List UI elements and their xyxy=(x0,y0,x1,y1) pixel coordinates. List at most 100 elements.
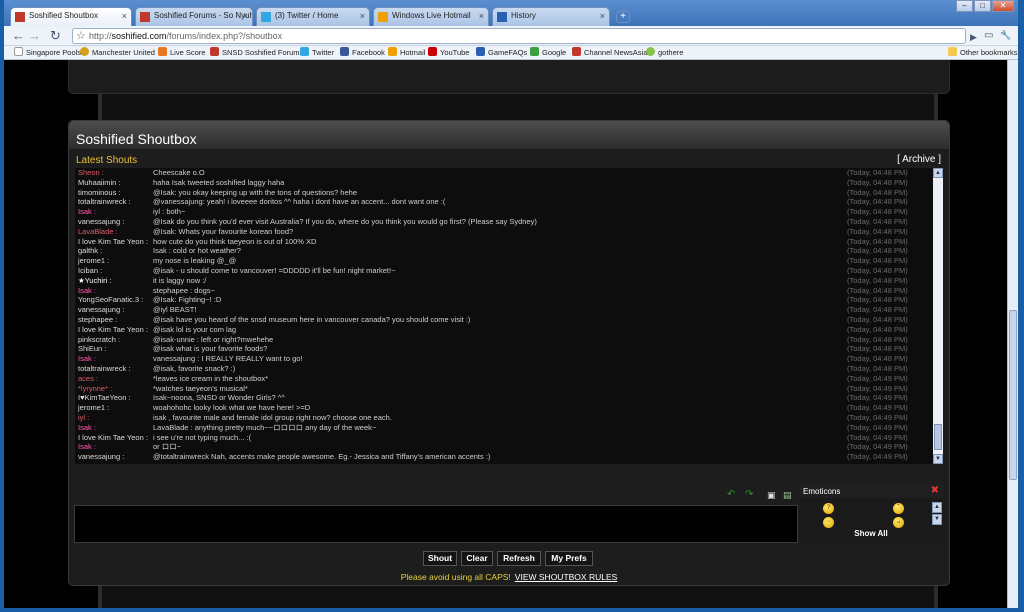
redo-icon[interactable]: ↷ xyxy=(745,490,755,500)
shout-message: or ロロ~ xyxy=(153,442,182,452)
sleepy-emoticon-icon[interactable]: ᵕ xyxy=(823,517,834,528)
bookmark-gothere[interactable]: gothere xyxy=(646,47,683,57)
shout-message: LavaBlade : anything pretty much~~ロロロロ a… xyxy=(153,422,377,432)
shout-username[interactable]: Isak : xyxy=(78,354,96,364)
thinking-emoticon-icon[interactable]: ? xyxy=(823,503,834,514)
wrench-icon[interactable]: 🔧 xyxy=(1000,28,1011,43)
reload-icon[interactable]: ↻ xyxy=(50,28,61,43)
shout-username[interactable]: jerome1 : xyxy=(78,403,109,413)
shout-username[interactable]: pinkscratch : xyxy=(78,335,120,345)
page-scroll-thumb[interactable] xyxy=(1009,310,1017,480)
tab-label: Soshified Forums - So Nyuh... xyxy=(154,11,253,20)
shout-list-scrollbar[interactable]: ▲ ▼ xyxy=(933,168,943,464)
shout-username[interactable]: ShiEun : xyxy=(78,344,106,354)
shout-username[interactable]: Isak : xyxy=(78,442,96,452)
bookmark-singapore-pools[interactable]: Singapore Pools xyxy=(14,47,81,57)
tab-soshified-forums[interactable]: Soshified Forums - So Nyuh... × xyxy=(135,7,253,26)
emoticons-scrollbar[interactable]: ▲ ▼ xyxy=(932,502,942,526)
close-tab-icon[interactable]: × xyxy=(122,11,127,21)
previous-section-box xyxy=(68,60,950,94)
clear-button[interactable]: Clear xyxy=(461,551,493,566)
shout-list[interactable]: Sheon : Cheescake o.O (Today, 04:48 PM) Muh… xyxy=(75,168,943,464)
scroll-down-icon[interactable]: ▼ xyxy=(933,454,943,464)
shout-username[interactable]: I♥KimTaeYeon : xyxy=(78,393,131,403)
tab-soshified-shoutbox[interactable]: Soshified Shoutbox × xyxy=(10,7,132,26)
shout-input[interactable] xyxy=(74,505,798,543)
close-tab-icon[interactable]: × xyxy=(243,11,248,21)
shout-username[interactable]: iyl : xyxy=(78,413,89,423)
scroll-up-icon[interactable]: ▲ xyxy=(933,168,943,178)
shout-username[interactable]: vanessajung : xyxy=(78,217,124,227)
bookmark-gamefaqs[interactable]: GameFAQs xyxy=(476,47,527,57)
undo-icon[interactable]: ↶ xyxy=(727,490,737,500)
shout-username[interactable]: Isak : xyxy=(78,423,96,433)
shout-username[interactable]: vanessajung : xyxy=(78,452,124,462)
show-all-emoticons-link[interactable]: Show All xyxy=(799,529,943,538)
shout-username[interactable]: totaltrainwreck : xyxy=(78,197,131,207)
tab-twitter[interactable]: (3) Twitter / Home × xyxy=(256,7,370,26)
my-prefs-button[interactable]: My Prefs xyxy=(545,551,593,566)
minimize-button[interactable]: – xyxy=(956,0,973,12)
back-icon[interactable]: ← xyxy=(12,28,25,43)
go-icon[interactable]: ▶ xyxy=(970,30,977,45)
bookmark-live-score[interactable]: Live Score xyxy=(158,47,205,57)
edit-icon[interactable]: ▤ xyxy=(783,490,793,500)
bookmark-hotmail[interactable]: Hotmail xyxy=(388,47,425,57)
shout-username[interactable]: ★Yuchiri : xyxy=(78,276,111,286)
scroll-up-icon[interactable]: ▲ xyxy=(932,502,942,513)
close-tab-icon[interactable]: × xyxy=(479,11,484,21)
maximize-button[interactable]: □ xyxy=(974,0,991,12)
scroll-thumb[interactable] xyxy=(934,424,942,450)
other-bookmarks[interactable]: Other bookmarks xyxy=(948,47,1018,57)
shout-username[interactable]: Isak : xyxy=(78,207,96,217)
shout-username[interactable]: Isak : xyxy=(78,286,96,296)
scroll-down-icon[interactable]: ▼ xyxy=(932,514,942,525)
shout-username[interactable]: totaltrainwreck : xyxy=(78,364,131,374)
sad-emoticon-icon[interactable]: ˘ xyxy=(893,503,904,514)
shout-username[interactable]: I love Kim Tae Yeon : xyxy=(78,433,148,443)
shout-username[interactable]: LavaBlade : xyxy=(78,227,118,237)
star-icon[interactable]: ☆ xyxy=(76,29,86,42)
close-tab-icon[interactable]: × xyxy=(600,11,605,21)
shout-username[interactable]: I love Kim Tae Yeon : xyxy=(78,237,148,247)
shout-username[interactable]: Sheon : xyxy=(78,168,104,178)
view-rules-link[interactable]: VIEW SHOUTBOX RULES xyxy=(515,572,618,582)
shout-username[interactable]: stephapee : xyxy=(78,315,117,325)
bookmark-snsd-soshified[interactable]: SNSD Soshified Forums xyxy=(210,47,303,57)
shout-username[interactable]: *lyrynne* : xyxy=(78,384,112,394)
shout-username[interactable]: timominous : xyxy=(78,188,121,198)
shout-row: Isak : vanessajung : I REALLY REALLY want… xyxy=(75,354,935,364)
bookmark-twitter[interactable]: Twitter xyxy=(300,47,334,57)
refresh-button[interactable]: Refresh xyxy=(497,551,541,566)
new-tab-button[interactable]: + xyxy=(616,11,630,23)
close-tab-icon[interactable]: × xyxy=(360,11,365,21)
forward-icon[interactable]: → xyxy=(28,28,41,43)
bookmark-facebook[interactable]: Facebook xyxy=(340,47,385,57)
tongue-emoticon-icon[interactable]: ᴗ xyxy=(893,517,904,528)
shout-username[interactable]: YongSeoFanatic.3 : xyxy=(78,295,143,305)
save-icon[interactable]: ▣ xyxy=(767,490,777,500)
shout-username[interactable]: I love Kim Tae Yeon : xyxy=(78,325,148,335)
shout-username[interactable]: vanessajung : xyxy=(78,305,124,315)
archive-link[interactable]: [ Archive ] xyxy=(897,154,941,165)
page-scrollbar[interactable] xyxy=(1007,60,1018,608)
shout-button[interactable]: Shout xyxy=(423,551,457,566)
window-close-button[interactable]: ✕ xyxy=(992,0,1014,12)
shout-username[interactable]: galthk : xyxy=(78,246,102,256)
shout-username[interactable]: aces : xyxy=(78,374,98,384)
shout-timestamp: (Today, 04:48 PM) xyxy=(847,285,908,295)
shout-username[interactable]: Muhaaiimin : xyxy=(78,178,121,188)
tab-hotmail[interactable]: Windows Live Hotmail × xyxy=(373,7,489,26)
bookmark-manchester-united[interactable]: Manchester United xyxy=(80,47,155,57)
shout-username[interactable]: jerome1 : xyxy=(78,256,109,266)
shout-row: ShiEun : @isak what is your favorite food… xyxy=(75,344,935,354)
page-menu-icon[interactable]: ▭ xyxy=(984,28,993,43)
shout-row: Isak : LavaBlade : anything pretty much~~… xyxy=(75,423,935,433)
bookmark-channel-newsasia[interactable]: Channel NewsAsia xyxy=(572,47,647,57)
shout-username[interactable]: Iciban : xyxy=(78,266,102,276)
address-bar[interactable]: ☆ http://soshified.com/forums/index.php?… xyxy=(72,28,966,44)
close-icon[interactable]: ✖ xyxy=(931,485,939,496)
bookmark-google[interactable]: Google xyxy=(530,47,566,57)
tab-history[interactable]: History × xyxy=(492,7,610,26)
bookmark-youtube[interactable]: YouTube xyxy=(428,47,469,57)
